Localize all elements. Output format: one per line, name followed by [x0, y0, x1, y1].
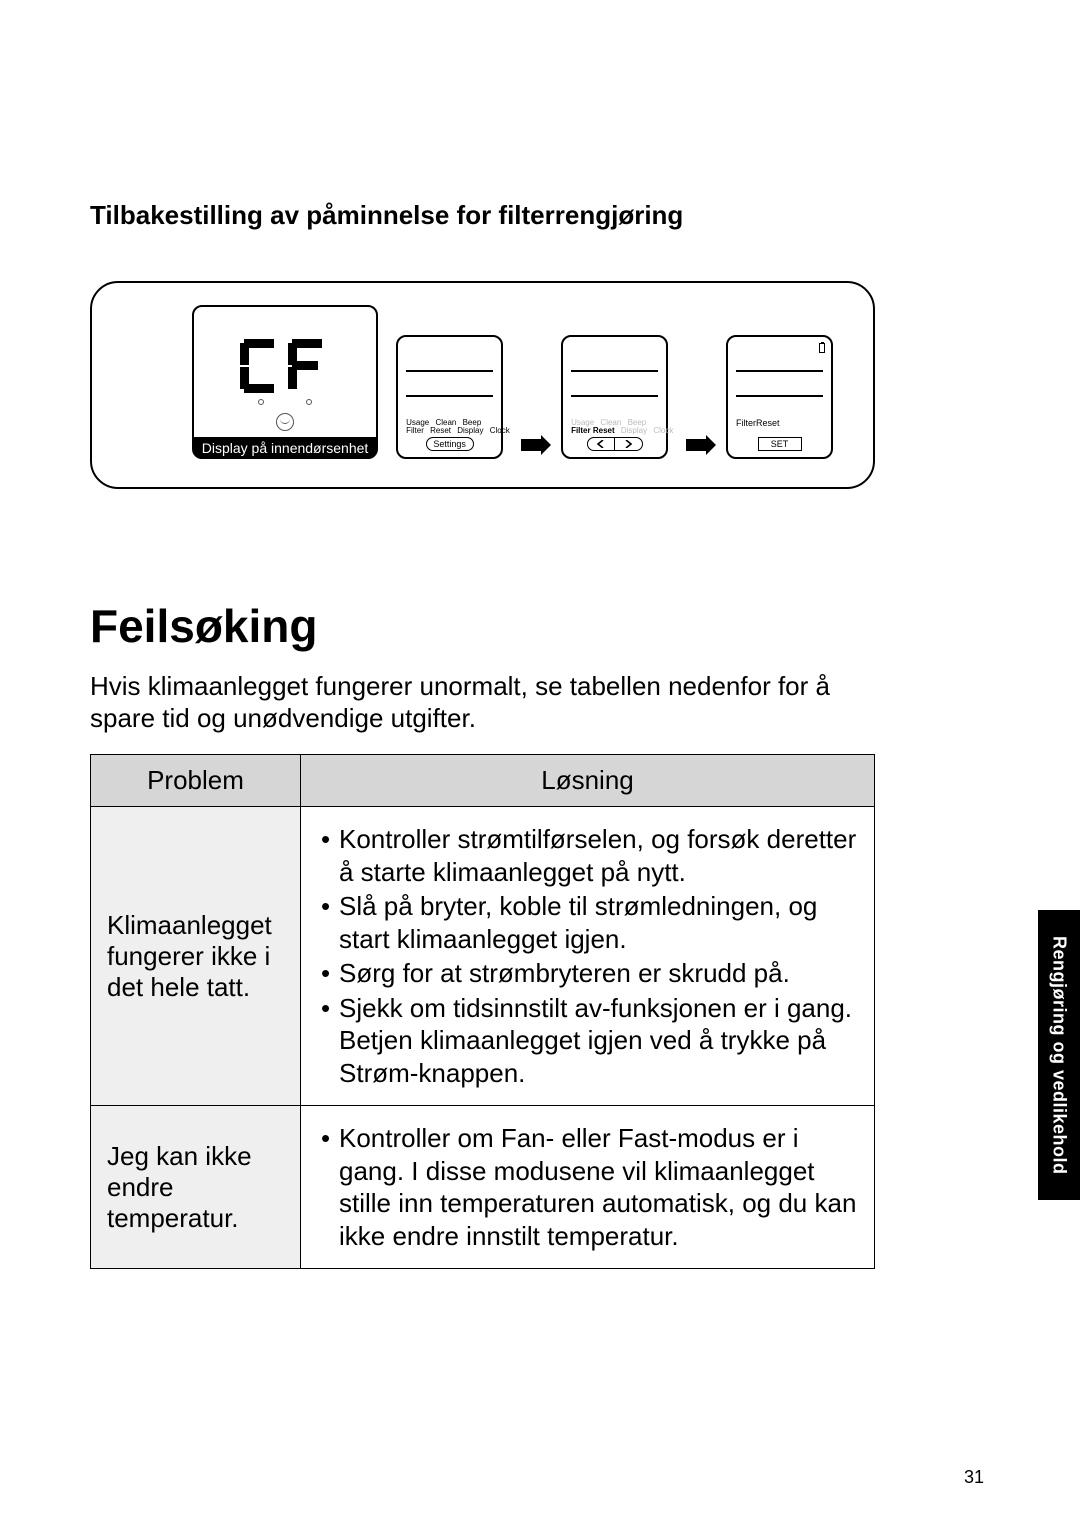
indoor-display-caption: Display på innendørsenhet [194, 437, 376, 459]
remote-panel-settings: Usage Clean Beep Filter Reset Display Cl… [396, 335, 503, 459]
remote-menu-labels-2: Usage Clean Beep Filter Reset Display Cl… [571, 419, 673, 435]
page-number: 31 [964, 1467, 984, 1488]
remote-panel-nav: Usage Clean Beep Filter Reset Display Cl… [561, 335, 668, 459]
set-button[interactable]: SET [758, 437, 802, 451]
solution-cell: Kontroller strømtilførselen, og forsøk d… [301, 807, 875, 1106]
problem-cell: Klimaanlegget fungerer ikke i det hele t… [91, 807, 301, 1106]
arrow-icon [686, 439, 708, 459]
list-item: Slå på bryter, koble til strømledningen,… [317, 890, 858, 955]
list-item: Sørg for at strømbryteren er skrudd på. [317, 957, 858, 990]
col-header-solution: Løsning [301, 755, 875, 807]
filter-reset-diagram: Display på innendørsenhet Usage Clean Be… [90, 281, 875, 489]
arrow-icon [521, 439, 543, 459]
chevron-right-icon[interactable] [615, 438, 642, 450]
indoor-display-panel: Display på innendørsenhet [192, 305, 378, 459]
settings-button[interactable]: Settings [426, 437, 474, 451]
chevron-left-icon[interactable] [588, 438, 616, 450]
nav-left-right-button[interactable] [587, 437, 643, 451]
solution-cell: Kontroller om Fan- eller Fast-modus er i… [301, 1106, 875, 1269]
intro-paragraph: Hvis klimaanlegget fungerer unormalt, se… [90, 671, 875, 734]
table-row: Jeg kan ikke endre temperatur. Kontrolle… [91, 1106, 875, 1269]
col-header-problem: Problem [91, 755, 301, 807]
filter-reset-label: FilterReset [736, 419, 780, 427]
remote-panel-set: FilterReset SET [726, 335, 833, 459]
seven-segment-cf-icon [240, 339, 330, 393]
list-item: Kontroller om Fan- eller Fast-modus er i… [317, 1122, 858, 1252]
problem-cell: Jeg kan ikke endre temperatur. [91, 1106, 301, 1269]
list-item: Sjekk om tidsinnstilt av-funksjonen er i… [317, 992, 858, 1090]
list-item: Kontroller strømtilførselen, og forsøk d… [317, 823, 858, 888]
troubleshooting-table: Problem Løsning Klimaanlegget fungerer i… [90, 754, 875, 1269]
smile-icon [276, 413, 294, 431]
remote-menu-labels: Usage Clean Beep Filter Reset Display Cl… [406, 419, 510, 435]
page-title: Feilsøking [90, 599, 875, 653]
section-side-tab: Rengjøring og vedlikehold [1038, 910, 1080, 1200]
table-row: Klimaanlegget fungerer ikke i det hele t… [91, 807, 875, 1106]
section-subheading: Tilbakestilling av påminnelse for filter… [90, 200, 875, 231]
indicator-dots [258, 399, 312, 405]
